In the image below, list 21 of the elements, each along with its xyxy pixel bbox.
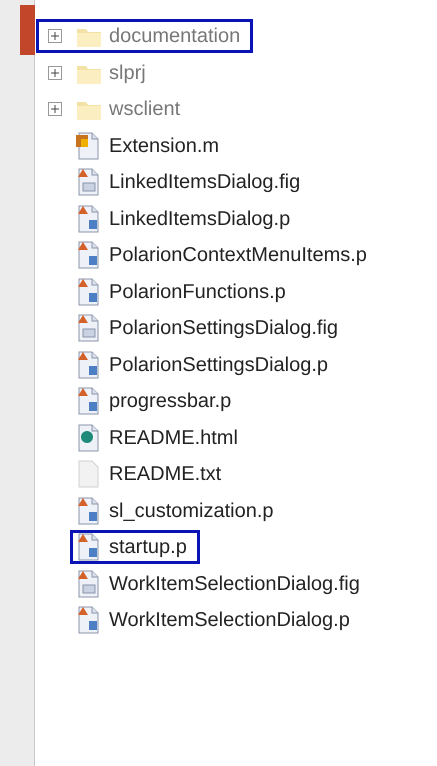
tree-item[interactable]: PolarionContextMenuItems.p — [70, 238, 380, 272]
tree-item[interactable]: sl_customization.p — [70, 494, 287, 528]
plus-box-icon[interactable] — [48, 66, 62, 80]
tree-item[interactable]: WorkItemSelectionDialog.fig — [70, 566, 373, 601]
tree-item[interactable]: documentation — [36, 19, 254, 54]
tree-item[interactable]: wsclient — [36, 92, 194, 126]
tree-item[interactable]: PolarionFunctions.p — [70, 274, 299, 309]
plus-box-icon[interactable] — [48, 29, 62, 44]
tree-item[interactable]: PolarionSettingsDialog.fig — [70, 311, 352, 346]
plus-box-icon[interactable] — [48, 102, 62, 116]
tab-strip — [20, 5, 35, 55]
tree-item[interactable]: LinkedItemsDialog.fig — [70, 165, 314, 200]
tree-item[interactable]: slprj — [36, 56, 159, 90]
tree-item[interactable]: progressbar.p — [70, 384, 244, 418]
tree-item[interactable]: startup.p — [70, 530, 200, 564]
tree-item[interactable]: LinkedItemsDialog.p — [70, 202, 304, 236]
tree-item[interactable]: README.html — [70, 420, 251, 455]
tree-item[interactable]: Extension.m — [70, 128, 232, 163]
tree-item[interactable]: WorkItemSelectionDialog.p — [70, 603, 363, 638]
tree-item[interactable]: README.txt — [70, 457, 234, 492]
tree-item[interactable]: PolarionSettingsDialog.p — [70, 348, 342, 382]
